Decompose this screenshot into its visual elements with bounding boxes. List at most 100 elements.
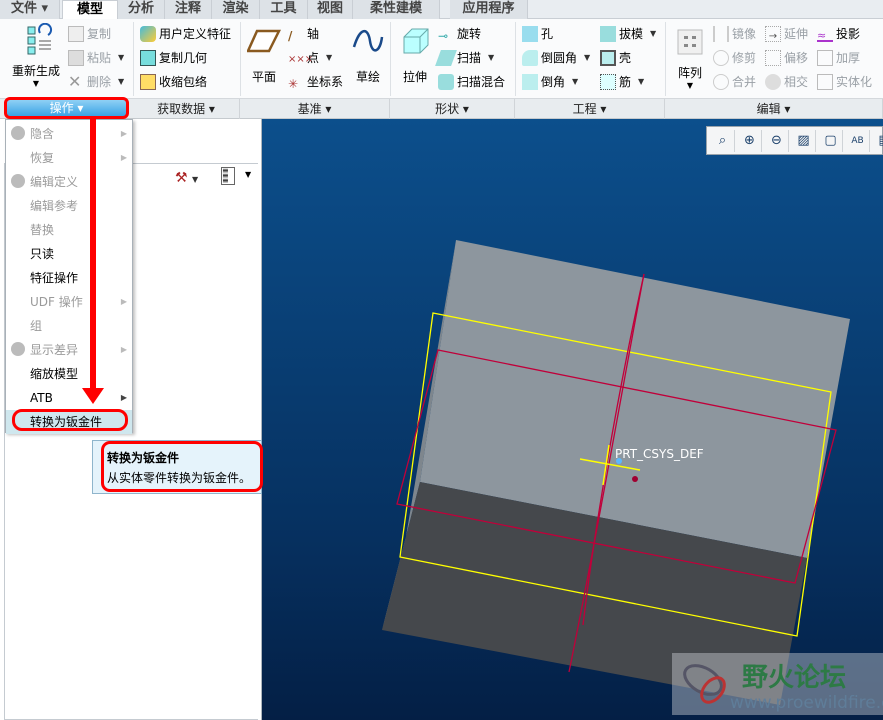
delete-icon: ✕ [68,72,82,91]
csys-button[interactable]: ✳ 坐标系 [288,72,343,92]
menu-item[interactable]: 组 [6,314,132,338]
pattern-label: 阵列 [677,66,702,80]
plane-button[interactable]: 平面 [246,27,282,85]
menu-item[interactable]: 隐含 ▶ [6,122,132,146]
extend-button[interactable]: → 延伸 [765,24,808,44]
zoom-out-icon[interactable]: ⊖ [765,130,789,152]
round-button[interactable]: 倒圆角 ▼ [522,48,590,68]
tab-tools[interactable]: 工具 [260,0,308,19]
group-shape[interactable]: 形状 ▾ [390,99,515,119]
menu-item[interactable]: 显示差异 ▶ [6,338,132,362]
graphics-viewport[interactable]: PRT_CSYS_DEF [262,119,883,720]
model-view [382,240,850,705]
rib-label: 筋 [619,75,632,89]
revolve-button[interactable]: ⊸ 旋转 [438,24,481,44]
menu-item-label: 隐含 [30,127,55,141]
tab-analysis[interactable]: 分析 [118,0,165,19]
menu-item[interactable]: 编辑参考 [6,194,132,218]
menu-item[interactable]: 缩放模型 [6,362,132,386]
solidify-button[interactable]: 实体化 [817,72,872,92]
point-button[interactable]: ××× 点 ▼ [288,48,332,68]
watermark: 野火论坛 www.proewildfire.cn [672,653,883,715]
menu-item[interactable]: 恢复 ▶ [6,146,132,170]
shrinkwrap-button[interactable]: 收缩包络 [140,72,207,92]
intersect-icon [765,74,781,90]
menu-item[interactable]: 编辑定义 [6,170,132,194]
merge-label: 合并 [732,75,757,89]
point-icon: ××× [288,54,314,65]
trim-button[interactable]: 修剪 [713,48,756,68]
paste-icon [68,50,84,66]
show-list-icon[interactable]: ≡ ≡ ≡ [221,167,235,185]
menu-item[interactable]: 特征操作 [6,266,132,290]
regenerate-icon [27,22,53,55]
submenu-arrow-icon: ▶ [120,297,127,306]
group-get-data[interactable]: 获取数据 ▾ [133,99,240,119]
regenerate-button[interactable]: 重新生成 ▼ [8,22,64,88]
hole-label: 孔 [541,27,554,41]
copy-button[interactable]: 复制 [68,24,111,44]
menu-item[interactable]: UDF 操作 ▶ [6,290,132,314]
settings-tools-icon[interactable]: ⚒ ▼ [175,170,198,186]
shell-label: 壳 [619,51,632,65]
tab-file[interactable]: 文件 ▾ [0,0,60,19]
menu-item[interactable]: 只读 [6,242,132,266]
swept-blend-label: 扫描混合 [457,75,506,89]
group-engineering[interactable]: 工程 ▾ [515,99,665,119]
sweep-icon [435,50,457,66]
sketch-button[interactable]: 草绘 [350,27,386,85]
offset-button[interactable]: 偏移 [765,48,808,68]
ribbon-group-labels: 获取数据 ▾ 基准 ▾ 形状 ▾ 工程 ▾ 编辑 ▾ [0,98,883,119]
tab-model[interactable]: 模型 [62,0,118,20]
shrinkwrap-label: 收缩包络 [159,75,208,89]
tab-annotate[interactable]: 注释 [165,0,212,19]
swept-blend-button[interactable]: 扫描混合 [438,72,505,92]
datum-display-icon[interactable]: ▤ [873,130,883,152]
paste-button[interactable]: 粘贴 ▼ [68,48,124,68]
menu-item[interactable]: 替换 [6,218,132,242]
draft-button[interactable]: 拔模 ▼ [600,24,656,44]
delete-button[interactable]: ✕ 删除 ▼ [68,72,124,92]
thicken-button[interactable]: 加厚 [817,48,860,68]
solidify-icon [817,74,833,90]
merge-button[interactable]: 合并 [713,72,756,92]
extrude-button[interactable]: 拉伸 [397,27,433,85]
tab-render[interactable]: 渲染 [212,0,260,19]
pattern-button[interactable]: 阵列 ▼ [670,27,710,90]
sketch-label: 草绘 [355,70,380,84]
intersect-button[interactable]: 相交 [765,72,808,92]
tab-view[interactable]: 视图 [308,0,353,19]
chamfer-button[interactable]: 倒角 ▼ [522,72,578,92]
sweep-button[interactable]: 扫描 ▼ [435,48,494,68]
annotation-arrow [90,119,96,394]
group-editing[interactable]: 编辑 ▾ [665,99,883,119]
point-label: 点 [307,51,320,65]
tab-flexible-modeling[interactable]: 柔性建模 [353,0,440,19]
shell-button[interactable]: 壳 [600,48,631,68]
regenerate-label: 重新生成 [11,64,60,78]
axis-button[interactable]: / 轴 [288,24,319,44]
project-button[interactable]: ≈ 投影 [817,24,860,44]
menu-item[interactable]: ATB ▶ [6,386,132,410]
shell-icon [600,50,616,66]
saved-views-icon[interactable]: AB [846,130,870,152]
rib-button[interactable]: 筋 ▼ [600,72,644,92]
annotation-highlight-tooltip [101,441,263,492]
csys-label[interactable]: PRT_CSYS_DEF [615,447,704,461]
display-style-icon[interactable]: ▢ [819,130,843,152]
refit-icon[interactable]: ⌕ [711,130,735,152]
menu-item-label: 缩放模型 [30,367,79,381]
copy-geometry-button[interactable]: 复制几何 [140,48,207,68]
zoom-in-icon[interactable]: ⊕ [738,130,762,152]
hole-button[interactable]: 孔 [522,24,553,44]
chevron-down-icon[interactable]: ▼ [245,170,251,179]
extend-label: 延伸 [784,27,809,41]
udf-label: 用户定义特征 [159,27,232,41]
repaint-icon[interactable]: ▨ [792,130,816,152]
menu-item-label: 恢复 [30,151,55,165]
operations-group-button[interactable]: 操作 ▾ [4,97,129,119]
mirror-button[interactable]: 镜像 [713,24,756,44]
group-datum[interactable]: 基准 ▾ [240,99,390,119]
tab-applications[interactable]: 应用程序 [450,0,528,19]
udf-button[interactable]: 用户定义特征 [140,24,231,44]
